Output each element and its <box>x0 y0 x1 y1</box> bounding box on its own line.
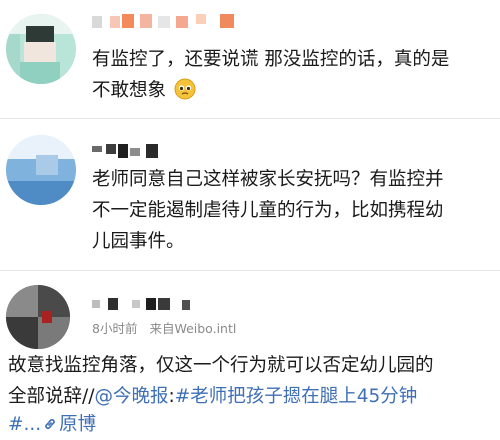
comment-meta: 8小时前 来自Weibo.intl <box>92 318 236 337</box>
source-label: 来自Weibo.intl <box>149 321 237 336</box>
username-redacted <box>92 142 172 160</box>
mention-link[interactable]: @今晚报 <box>94 386 168 407</box>
comment-text-line: 不一定能遏制虐待儿童的行为，比如携程幼 <box>92 200 444 221</box>
comment-text-line: 儿园事件。 <box>92 231 185 252</box>
link-icon <box>45 419 55 429</box>
divider <box>0 270 500 271</box>
username-redacted <box>92 14 242 30</box>
username-redacted <box>92 296 202 312</box>
timestamp: 8小时前 <box>92 321 138 336</box>
pleading-face-emoji <box>174 78 196 100</box>
comment-text-line: 故意找监控角落，仅这一个行为就可以否定幼儿园的 <box>8 355 434 376</box>
comment-text-line: 老师同意自己这样被家长安抚吗？有监控并 <box>92 169 444 190</box>
comment-text-line: 全部说辞//@今晚报:#老师把孩子摁在腿上45分钟 <box>8 386 418 407</box>
avatar[interactable] <box>6 14 76 84</box>
hashtag-link[interactable]: #老师把孩子摁在腿上45分钟 <box>175 386 418 407</box>
original-post-link[interactable]: 原博 <box>43 414 96 435</box>
comment-text-line: 有监控了，还要说谎 那没监控的话，真的是 <box>92 49 450 70</box>
avatar[interactable] <box>6 285 70 349</box>
divider <box>0 118 500 119</box>
avatar[interactable] <box>6 135 76 205</box>
hashtag-link-continued[interactable]: #... <box>8 414 41 435</box>
comment-text-line: 不敢想象 <box>92 76 196 106</box>
